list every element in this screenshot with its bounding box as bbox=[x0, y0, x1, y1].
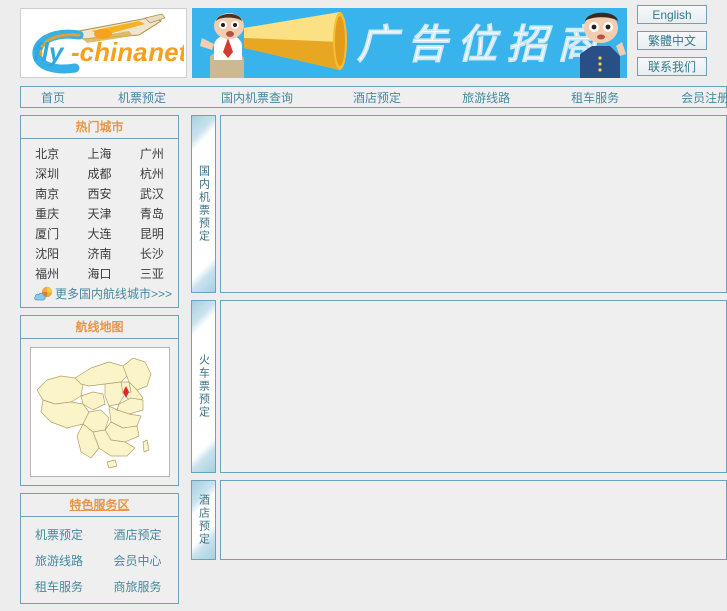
hot-cities-grid: 北京 上海 广州 深圳 成都 杭州 南京 西安 武汉 重庆 天津 青岛 厦门 大… bbox=[21, 139, 178, 284]
nav-item-membership[interactable]: 会员注册区 bbox=[681, 89, 727, 106]
banner-graphic: 广告位招商 bbox=[192, 8, 627, 78]
tab-label: 火车票预定 bbox=[197, 354, 210, 419]
contact-us-button[interactable]: 联系我们 bbox=[637, 57, 707, 76]
tab-label: 国内机票预定 bbox=[197, 165, 210, 243]
more-cities-link[interactable]: 更多国内航线城市>>> bbox=[55, 285, 172, 302]
city-link[interactable]: 武汉 bbox=[126, 186, 178, 202]
city-link[interactable]: 大连 bbox=[73, 226, 125, 242]
city-link[interactable]: 长沙 bbox=[126, 246, 178, 262]
sidebar: 热门城市 北京 上海 广州 深圳 成都 杭州 南京 西安 武汉 重庆 天津 青岛… bbox=[20, 115, 179, 611]
domestic-flight-booking-module: 国内机票预定 bbox=[191, 115, 727, 293]
advertising-banner[interactable]: 广告位招商 bbox=[192, 8, 627, 78]
english-button[interactable]: English bbox=[637, 5, 707, 24]
route-map-panel: 航线地图 bbox=[20, 315, 179, 486]
china-map-graphic bbox=[30, 348, 169, 476]
nav-item-home[interactable]: 首页 bbox=[41, 89, 65, 106]
route-map-title: 航线地图 bbox=[21, 316, 178, 339]
service-link[interactable]: 酒店预定 bbox=[100, 526, 179, 543]
service-link[interactable]: 商旅服务 bbox=[100, 578, 179, 595]
more-cities-suffix: >>> bbox=[150, 287, 172, 301]
city-link[interactable]: 天津 bbox=[73, 206, 125, 222]
nav-item-flights[interactable]: 机票预定 bbox=[118, 89, 166, 106]
nav-item-car-rental[interactable]: 租车服务 bbox=[571, 89, 619, 106]
city-link[interactable]: 西安 bbox=[73, 186, 125, 202]
more-cities-label: 更多国内航线城市 bbox=[54, 287, 151, 301]
nav-item-hotels[interactable]: 酒店预定 bbox=[353, 89, 401, 106]
more-cities-row: 更多国内航线城市>>> bbox=[21, 284, 178, 307]
svg-text:fly: fly bbox=[33, 37, 65, 67]
language-button-group: English 繁體中文 联系我们 bbox=[637, 5, 709, 83]
service-link[interactable]: 租车服务 bbox=[21, 578, 100, 595]
city-link[interactable]: 深圳 bbox=[21, 166, 73, 182]
city-link[interactable]: 福州 bbox=[21, 266, 73, 282]
service-link[interactable]: 旅游线路 bbox=[21, 552, 100, 569]
train-ticket-booking-body bbox=[220, 300, 727, 473]
china-map[interactable] bbox=[29, 347, 170, 477]
city-link[interactable]: 北京 bbox=[21, 146, 73, 162]
featured-services-title-text: 特色服务区 bbox=[69, 498, 130, 512]
banner-text: 广告位招商 bbox=[357, 22, 607, 68]
nav-item-tours[interactable]: 旅游线路 bbox=[462, 89, 510, 106]
city-link[interactable]: 杭州 bbox=[126, 166, 178, 182]
featured-services-panel: 特色服务区 机票预定 酒店预定 旅游线路 会员中心 租车服务 商旅服务 bbox=[20, 493, 179, 604]
main-content: 国内机票预定 火车票预定 酒店预定 bbox=[191, 115, 727, 567]
site-logo[interactable]: fly -china .net bbox=[20, 8, 187, 78]
city-link[interactable]: 南京 bbox=[21, 186, 73, 202]
train-ticket-booking-module: 火车票预定 bbox=[191, 300, 727, 473]
hot-cities-panel: 热门城市 北京 上海 广州 深圳 成都 杭州 南京 西安 武汉 重庆 天津 青岛… bbox=[20, 115, 179, 308]
route-map-wrap bbox=[21, 339, 178, 485]
tab-train-ticket-booking[interactable]: 火车票预定 bbox=[191, 300, 216, 473]
domestic-flight-booking-body bbox=[220, 115, 727, 293]
city-link[interactable]: 青岛 bbox=[126, 206, 178, 222]
main-navigation: 首页 机票预定 国内机票查询 酒店预定 旅游线路 租车服务 会员注册区 bbox=[20, 86, 727, 108]
hotel-booking-body bbox=[220, 480, 727, 560]
service-link[interactable]: 会员中心 bbox=[100, 552, 179, 569]
city-link[interactable]: 上海 bbox=[73, 146, 125, 162]
cloud-globe-icon bbox=[34, 286, 53, 300]
city-link[interactable]: 厦门 bbox=[21, 226, 73, 242]
header: fly -china .net 广告位招商 English 繁體中文 联系我们 bbox=[0, 0, 727, 84]
svg-text:-china: -china bbox=[71, 37, 148, 67]
hotel-booking-module: 酒店预定 bbox=[191, 480, 727, 560]
city-link[interactable]: 成都 bbox=[73, 166, 125, 182]
logo-graphic: fly -china .net bbox=[21, 9, 184, 75]
city-link[interactable]: 济南 bbox=[73, 246, 125, 262]
svg-text:.net: .net bbox=[141, 37, 184, 67]
nav-item-flight-search[interactable]: 国内机票查询 bbox=[221, 89, 293, 106]
tab-domestic-flight-booking[interactable]: 国内机票预定 bbox=[191, 115, 216, 293]
featured-services-title: 特色服务区 bbox=[21, 494, 178, 517]
hot-cities-title: 热门城市 bbox=[21, 116, 178, 139]
city-link[interactable]: 海口 bbox=[73, 266, 125, 282]
city-link[interactable]: 沈阳 bbox=[21, 246, 73, 262]
tab-label: 酒店预定 bbox=[197, 494, 210, 546]
city-link[interactable]: 广州 bbox=[126, 146, 178, 162]
svg-text:广告位招商: 广告位招商 bbox=[357, 22, 607, 67]
page-root: fly -china .net 广告位招商 English 繁體中文 联系我们 … bbox=[0, 0, 727, 604]
city-link[interactable]: 昆明 bbox=[126, 226, 178, 242]
featured-services-grid: 机票预定 酒店预定 旅游线路 会员中心 租车服务 商旅服务 bbox=[21, 517, 178, 603]
city-link[interactable]: 重庆 bbox=[21, 206, 73, 222]
service-link[interactable]: 机票预定 bbox=[21, 526, 100, 543]
tab-hotel-booking[interactable]: 酒店预定 bbox=[191, 480, 216, 560]
traditional-chinese-button[interactable]: 繁體中文 bbox=[637, 31, 707, 50]
city-link[interactable]: 三亚 bbox=[126, 266, 178, 282]
